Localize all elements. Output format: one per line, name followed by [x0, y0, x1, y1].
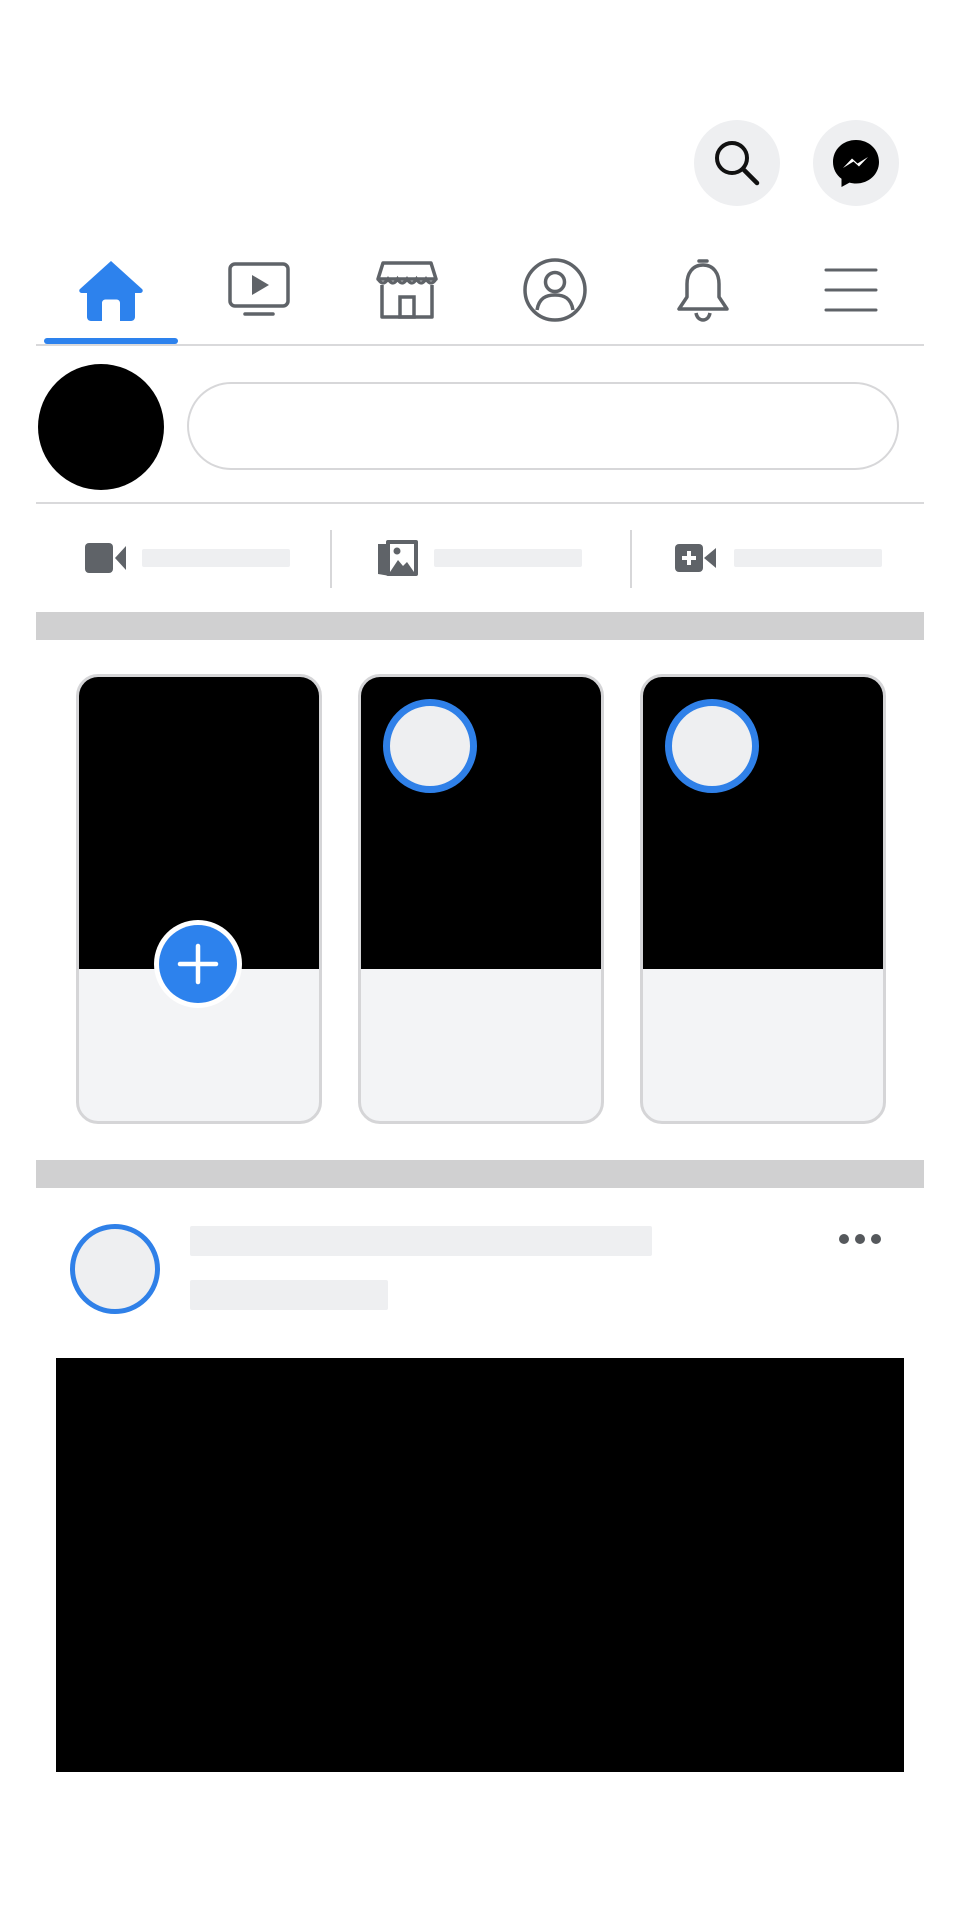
tab-profile[interactable] — [482, 238, 628, 342]
search-button[interactable] — [694, 120, 780, 206]
tab-menu[interactable] — [778, 238, 924, 342]
messenger-button[interactable] — [813, 120, 899, 206]
story-avatar — [383, 699, 477, 793]
action-label-placeholder — [734, 549, 882, 567]
live-video-button[interactable] — [84, 530, 290, 586]
live-video-icon — [85, 543, 126, 573]
avatar[interactable] — [38, 364, 164, 490]
nav-divider — [36, 344, 924, 346]
video-icon — [228, 262, 290, 316]
post-author-placeholder — [190, 1226, 652, 1256]
story-avatar — [665, 699, 759, 793]
action-separator — [630, 530, 632, 588]
tab-marketplace[interactable] — [334, 238, 480, 342]
action-label-placeholder — [434, 549, 582, 567]
more-button[interactable] — [830, 1222, 890, 1256]
store-icon — [376, 261, 438, 319]
search-icon — [715, 141, 760, 186]
tab-watch[interactable] — [186, 238, 332, 342]
create-story-card[interactable] — [76, 674, 322, 1124]
create-story-button[interactable] — [154, 920, 242, 1008]
plus-icon — [177, 943, 219, 985]
profile-icon — [523, 258, 587, 322]
composer-input[interactable] — [187, 382, 899, 470]
post-avatar[interactable] — [70, 1224, 160, 1314]
photo-icon — [378, 540, 418, 576]
action-label-placeholder — [142, 549, 290, 567]
bell-icon — [677, 259, 729, 322]
room-icon — [675, 544, 716, 572]
section-separator — [36, 1160, 924, 1188]
post-media[interactable] — [56, 1358, 904, 1772]
section-separator — [36, 612, 924, 640]
messenger-icon — [833, 140, 879, 187]
tab-home[interactable] — [38, 238, 184, 342]
menu-icon — [824, 268, 878, 312]
composer-divider — [36, 502, 924, 504]
story-card[interactable] — [358, 674, 604, 1124]
action-separator — [330, 530, 332, 588]
story-card[interactable] — [640, 674, 886, 1124]
home-icon — [79, 261, 143, 321]
room-button[interactable] — [674, 530, 882, 586]
post-meta-placeholder — [190, 1280, 388, 1310]
tab-notifications[interactable] — [630, 238, 776, 342]
photo-button[interactable] — [376, 530, 582, 586]
more-icon — [839, 1234, 881, 1244]
